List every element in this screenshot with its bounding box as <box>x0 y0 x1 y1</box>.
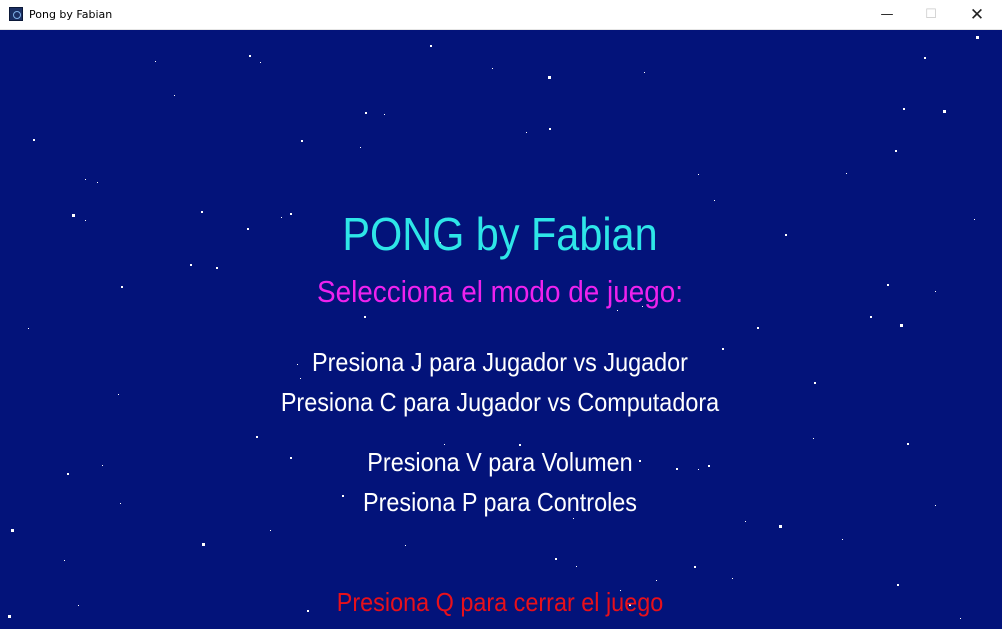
star <box>907 443 909 445</box>
window-title: Pong by Fabian <box>29 8 113 21</box>
star <box>405 545 406 546</box>
game-title: PONG by Fabian <box>342 208 658 260</box>
star <box>8 615 11 618</box>
option-quit: Presiona Q para cerrar el juego <box>336 587 664 617</box>
star <box>714 200 715 201</box>
star <box>656 580 657 581</box>
star <box>694 566 696 568</box>
star <box>444 444 445 445</box>
star <box>897 584 899 586</box>
star <box>11 529 14 532</box>
minimize-icon: — <box>880 7 894 22</box>
star <box>644 72 645 73</box>
star <box>842 539 843 540</box>
star <box>943 110 946 113</box>
star <box>814 382 816 384</box>
star <box>757 327 759 329</box>
star <box>300 378 301 379</box>
star <box>33 139 35 141</box>
star <box>698 174 699 175</box>
star <box>492 68 493 69</box>
star <box>732 578 733 579</box>
minimize-button[interactable]: — <box>864 0 910 29</box>
star <box>960 618 961 619</box>
star <box>260 62 261 63</box>
star <box>270 530 271 531</box>
game-canvas[interactable]: PONG by Fabian Selecciona el modo de jue… <box>0 30 1002 629</box>
star <box>202 543 205 546</box>
title-bar[interactable]: Pong by Fabian — ☐ ✕ <box>0 0 1002 30</box>
star <box>28 328 29 329</box>
star <box>576 566 577 567</box>
star <box>97 182 98 183</box>
star <box>974 219 975 220</box>
option-controls: Presiona P para Controles <box>362 487 638 517</box>
star <box>430 45 432 47</box>
star <box>924 57 926 59</box>
star <box>365 112 367 114</box>
star <box>249 55 251 57</box>
star <box>846 173 847 174</box>
close-button[interactable]: ✕ <box>954 0 1000 29</box>
star <box>745 521 746 522</box>
star <box>64 560 65 561</box>
star <box>549 128 551 130</box>
star <box>903 108 905 110</box>
star <box>256 436 258 438</box>
option-player-vs-computer: Presiona C para Jugador vs Computadora <box>280 387 720 417</box>
star <box>174 95 175 96</box>
app-icon <box>9 7 23 21</box>
star <box>384 114 385 115</box>
star <box>360 147 361 148</box>
star <box>813 438 814 439</box>
star <box>155 61 156 62</box>
star <box>519 444 521 446</box>
close-icon: ✕ <box>969 4 985 25</box>
maximize-button[interactable]: ☐ <box>908 0 954 29</box>
star <box>895 150 897 152</box>
star <box>526 132 527 133</box>
star <box>85 179 86 180</box>
star <box>301 140 303 142</box>
star <box>573 518 574 519</box>
star <box>548 76 551 79</box>
game-window: Pong by Fabian — ☐ ✕ PONG by Fabian Sele… <box>0 0 1002 629</box>
star <box>617 310 618 311</box>
star <box>364 316 366 318</box>
star <box>216 267 218 269</box>
option-volume: Presiona V para Volumen <box>367 447 633 477</box>
maximize-icon: ☐ <box>925 7 937 22</box>
star <box>976 36 979 39</box>
star <box>555 558 557 560</box>
mode-prompt: Selecciona el modo de juego: <box>316 274 684 309</box>
star <box>900 324 903 327</box>
star <box>779 525 782 528</box>
star <box>870 316 872 318</box>
option-player-vs-player: Presiona J para Jugador vs Jugador <box>312 347 688 377</box>
star <box>190 264 192 266</box>
